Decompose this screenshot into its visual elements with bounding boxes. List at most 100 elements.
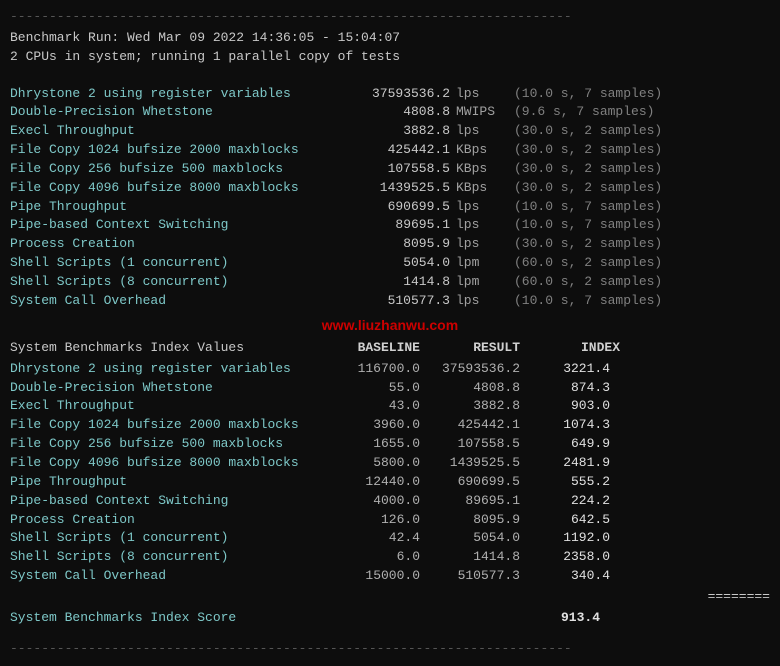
index-table-row: Execl Throughput43.03882.8903.0 — [10, 397, 770, 416]
idx-baseline: 43.0 — [320, 397, 420, 416]
benchmark-value: 425442.1 — [320, 141, 450, 160]
benchmark-unit: MWIPS — [450, 103, 510, 122]
idx-index: 340.4 — [520, 567, 610, 586]
idx-baseline: 4000.0 — [320, 492, 420, 511]
benchmark-row: Process Creation8095.9lps(30.0 s, 2 samp… — [10, 235, 770, 254]
run-info-line2: 2 CPUs in system; running 1 parallel cop… — [10, 48, 770, 67]
benchmark-value: 690699.5 — [320, 198, 450, 217]
benchmark-samples: (60.0 s, 2 samples) — [510, 254, 662, 273]
benchmark-label: File Copy 4096 bufsize 8000 maxblocks — [10, 179, 320, 198]
benchmark-value: 1439525.5 — [320, 179, 450, 198]
benchmark-value: 510577.3 — [320, 292, 450, 311]
run-info-line1: Benchmark Run: Wed Mar 09 2022 14:36:05 … — [10, 29, 770, 48]
idx-label: File Copy 1024 bufsize 2000 maxblocks — [10, 416, 320, 435]
idx-index: 903.0 — [520, 397, 610, 416]
idx-result: 37593536.2 — [420, 360, 520, 379]
benchmark-unit: lps — [450, 235, 510, 254]
idx-label: File Copy 4096 bufsize 8000 maxblocks — [10, 454, 320, 473]
index-table-row: File Copy 4096 bufsize 8000 maxblocks580… — [10, 454, 770, 473]
benchmark-value: 4808.8 — [320, 103, 450, 122]
score-row: System Benchmarks Index Score913.4 — [10, 609, 770, 628]
watermark: www.liuzhanwu.com — [10, 315, 770, 335]
benchmark-samples: (9.6 s, 7 samples) — [510, 103, 654, 122]
idx-baseline: 12440.0 — [320, 473, 420, 492]
idx-index: 642.5 — [520, 511, 610, 530]
benchmark-row: File Copy 256 bufsize 500 maxblocks10755… — [10, 160, 770, 179]
idx-baseline: 116700.0 — [320, 360, 420, 379]
benchmark-unit: KBps — [450, 141, 510, 160]
benchmark-samples: (60.0 s, 2 samples) — [510, 273, 662, 292]
idx-label: Shell Scripts (8 concurrent) — [10, 548, 320, 567]
benchmark-unit: lps — [450, 216, 510, 235]
index-col-result: RESULT — [420, 339, 520, 358]
benchmark-unit: KBps — [450, 179, 510, 198]
benchmark-samples: (10.0 s, 7 samples) — [510, 198, 662, 217]
index-table-row: Dhrystone 2 using register variables1167… — [10, 360, 770, 379]
index-table-row: Pipe-based Context Switching4000.089695.… — [10, 492, 770, 511]
idx-label: File Copy 256 bufsize 500 maxblocks — [10, 435, 320, 454]
benchmark-unit: lps — [450, 292, 510, 311]
index-table: System Benchmarks Index Values BASELINE … — [10, 339, 770, 628]
idx-label: Execl Throughput — [10, 397, 320, 416]
benchmark-label: System Call Overhead — [10, 292, 320, 311]
idx-result: 89695.1 — [420, 492, 520, 511]
index-table-row: Shell Scripts (1 concurrent)42.45054.011… — [10, 529, 770, 548]
idx-label: Process Creation — [10, 511, 320, 530]
benchmark-list: Dhrystone 2 using register variables3759… — [10, 85, 770, 311]
benchmark-samples: (10.0 s, 7 samples) — [510, 216, 662, 235]
idx-result: 3882.8 — [420, 397, 520, 416]
idx-baseline: 55.0 — [320, 379, 420, 398]
benchmark-unit: lps — [450, 122, 510, 141]
idx-baseline: 6.0 — [320, 548, 420, 567]
idx-label: Shell Scripts (1 concurrent) — [10, 529, 320, 548]
idx-index: 649.9 — [520, 435, 610, 454]
index-table-row: File Copy 256 bufsize 500 maxblocks1655.… — [10, 435, 770, 454]
benchmark-row: Pipe-based Context Switching89695.1lps(1… — [10, 216, 770, 235]
benchmark-unit: lps — [450, 198, 510, 217]
idx-result: 8095.9 — [420, 511, 520, 530]
idx-baseline: 126.0 — [320, 511, 420, 530]
idx-result: 4808.8 — [420, 379, 520, 398]
benchmark-samples: (30.0 s, 2 samples) — [510, 122, 662, 141]
benchmark-row: Shell Scripts (1 concurrent)5054.0lpm(60… — [10, 254, 770, 273]
benchmark-row: System Call Overhead510577.3lps(10.0 s, … — [10, 292, 770, 311]
idx-index: 3221.4 — [520, 360, 610, 379]
benchmark-value: 1414.8 — [320, 273, 450, 292]
benchmark-samples: (10.0 s, 7 samples) — [510, 292, 662, 311]
score-value: 913.4 — [510, 609, 600, 628]
index-table-row: Pipe Throughput12440.0690699.5555.2 — [10, 473, 770, 492]
benchmark-label: Pipe-based Context Switching — [10, 216, 320, 235]
idx-index: 1074.3 — [520, 416, 610, 435]
idx-index: 2481.9 — [520, 454, 610, 473]
benchmark-value: 89695.1 — [320, 216, 450, 235]
idx-label: Double-Precision Whetstone — [10, 379, 320, 398]
benchmark-label: File Copy 1024 bufsize 2000 maxblocks — [10, 141, 320, 160]
benchmark-label: Shell Scripts (1 concurrent) — [10, 254, 320, 273]
idx-result: 425442.1 — [420, 416, 520, 435]
idx-baseline: 5800.0 — [320, 454, 420, 473]
idx-label: Pipe-based Context Switching — [10, 492, 320, 511]
benchmark-unit: lpm — [450, 254, 510, 273]
index-table-header: System Benchmarks Index Values BASELINE … — [10, 339, 770, 358]
benchmark-unit: lpm — [450, 273, 510, 292]
idx-result: 5054.0 — [420, 529, 520, 548]
index-header-label: System Benchmarks Index Values — [10, 339, 320, 358]
benchmark-value: 5054.0 — [320, 254, 450, 273]
index-col-index: INDEX — [520, 339, 620, 358]
idx-result: 690699.5 — [420, 473, 520, 492]
benchmark-samples: (30.0 s, 2 samples) — [510, 179, 662, 198]
benchmark-unit: KBps — [450, 160, 510, 179]
score-label: System Benchmarks Index Score — [10, 609, 510, 628]
benchmark-value: 8095.9 — [320, 235, 450, 254]
index-table-row: System Call Overhead15000.0510577.3340.4 — [10, 567, 770, 586]
idx-baseline: 3960.0 — [320, 416, 420, 435]
benchmark-row: File Copy 1024 bufsize 2000 maxblocks425… — [10, 141, 770, 160]
benchmark-samples: (10.0 s, 7 samples) — [510, 85, 662, 104]
benchmark-value: 3882.8 — [320, 122, 450, 141]
benchmark-label: Shell Scripts (8 concurrent) — [10, 273, 320, 292]
idx-label: Pipe Throughput — [10, 473, 320, 492]
top-divider: ----------------------------------------… — [10, 8, 770, 27]
idx-index: 555.2 — [520, 473, 610, 492]
index-table-row: Shell Scripts (8 concurrent)6.01414.8235… — [10, 548, 770, 567]
benchmark-label: Double-Precision Whetstone — [10, 103, 320, 122]
